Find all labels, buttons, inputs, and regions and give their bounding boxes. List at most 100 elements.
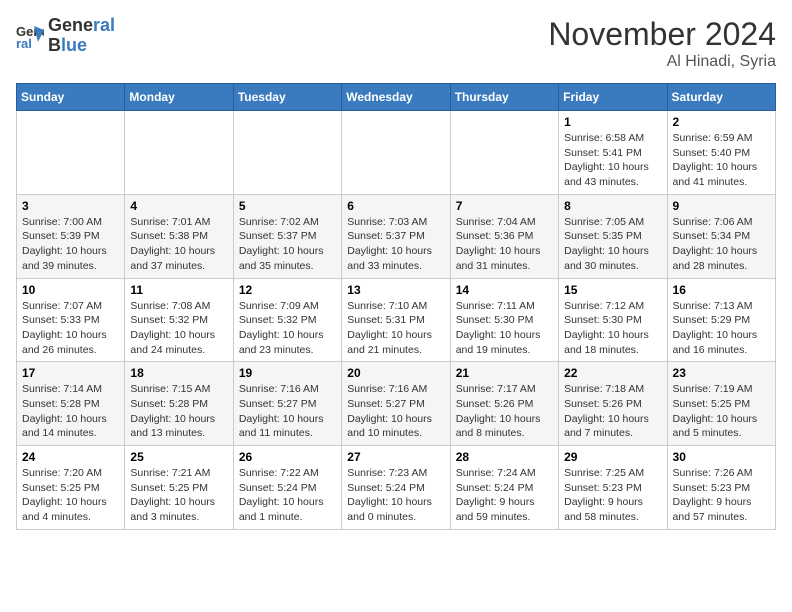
- day-info: Sunrise: 7:16 AM Sunset: 5:27 PM Dayligh…: [239, 382, 336, 441]
- day-info: Sunrise: 7:07 AM Sunset: 5:33 PM Dayligh…: [22, 299, 119, 358]
- calendar-cell: 12Sunrise: 7:09 AM Sunset: 5:32 PM Dayli…: [233, 278, 341, 362]
- calendar-cell: 17 Sunrise: 7:14 AM Sunset: 5:28 PM Dayli…: [17, 362, 125, 446]
- day-info: Sunrise: 7:20 AM Sunset: 5:25 PM Dayligh…: [22, 466, 119, 525]
- day-number: 21: [456, 366, 553, 380]
- day-info: Sunrise: 7:23 AM Sunset: 5:24 PM Dayligh…: [347, 466, 444, 525]
- day-info: Sunrise: 7:09 AM Sunset: 5:32 PM Dayligh…: [239, 299, 336, 358]
- day-number: 15: [564, 283, 661, 297]
- day-number: 11: [130, 283, 227, 297]
- day-number: 23: [673, 366, 770, 380]
- day-info: Sunrise: 7:03 AM Sunset: 5:37 PM Dayligh…: [347, 215, 444, 274]
- logo: Gene ral General Blue: [16, 16, 115, 56]
- page-header: Gene ral General Blue November 2024 Al H…: [16, 16, 776, 71]
- day-number: 18: [130, 366, 227, 380]
- calendar-cell: [125, 111, 233, 195]
- calendar-cell: 25 Sunrise: 7:21 AM Sunset: 5:25 PM Dayli…: [125, 446, 233, 530]
- calendar-cell: 24Sunrise: 7:20 AM Sunset: 5:25 PM Dayli…: [17, 446, 125, 530]
- day-number: 27: [347, 450, 444, 464]
- calendar-cell: [450, 111, 558, 195]
- day-number: 26: [239, 450, 336, 464]
- calendar-cell: 26 Sunrise: 7:22 AM Sunset: 5:24 PM Dayli…: [233, 446, 341, 530]
- calendar-cell: 18 Sunrise: 7:15 AM Sunset: 5:28 PM Dayli…: [125, 362, 233, 446]
- day-info: Sunrise: 7:16 AM Sunset: 5:27 PM Dayligh…: [347, 382, 444, 441]
- day-number: 28: [456, 450, 553, 464]
- day-number: 9: [673, 199, 770, 213]
- day-number: 19: [239, 366, 336, 380]
- day-info: Sunrise: 7:26 AM Sunset: 5:23 PM Dayligh…: [673, 466, 770, 525]
- calendar-cell: 8Sunrise: 7:05 AM Sunset: 5:35 PM Daylig…: [559, 194, 667, 278]
- weekday-header: Tuesday: [233, 84, 341, 111]
- calendar-cell: [342, 111, 450, 195]
- calendar-cell: [233, 111, 341, 195]
- weekday-header: Wednesday: [342, 84, 450, 111]
- calendar-cell: 2 Sunrise: 6:59 AM Sunset: 5:40 PM Daylig…: [667, 111, 775, 195]
- calendar-cell: 14Sunrise: 7:11 AM Sunset: 5:30 PM Dayli…: [450, 278, 558, 362]
- day-info: Sunrise: 7:06 AM Sunset: 5:34 PM Dayligh…: [673, 215, 770, 274]
- calendar-cell: 10 Sunrise: 7:07 AM Sunset: 5:33 PM Dayli…: [17, 278, 125, 362]
- day-info: Sunrise: 6:59 AM Sunset: 5:40 PM Dayligh…: [673, 131, 770, 190]
- calendar-cell: 30 Sunrise: 7:26 AM Sunset: 5:23 PM Dayli…: [667, 446, 775, 530]
- calendar-cell: 19 Sunrise: 7:16 AM Sunset: 5:27 PM Dayli…: [233, 362, 341, 446]
- day-number: 2: [673, 115, 770, 129]
- day-info: Sunrise: 7:18 AM Sunset: 5:26 PM Dayligh…: [564, 382, 661, 441]
- calendar-cell: 13Sunrise: 7:10 AM Sunset: 5:31 PM Dayli…: [342, 278, 450, 362]
- day-number: 8: [564, 199, 661, 213]
- calendar-cell: 16 Sunrise: 7:13 AM Sunset: 5:29 PM Dayli…: [667, 278, 775, 362]
- logo-text: General Blue: [48, 16, 115, 56]
- day-number: 29: [564, 450, 661, 464]
- day-info: Sunrise: 7:21 AM Sunset: 5:25 PM Dayligh…: [130, 466, 227, 525]
- day-number: 16: [673, 283, 770, 297]
- calendar-week-row: 17 Sunrise: 7:14 AM Sunset: 5:28 PM Dayli…: [17, 362, 776, 446]
- day-info: Sunrise: 7:01 AM Sunset: 5:38 PM Dayligh…: [130, 215, 227, 274]
- weekday-header: Monday: [125, 84, 233, 111]
- calendar-cell: 3 Sunrise: 7:00 AM Sunset: 5:39 PM Daylig…: [17, 194, 125, 278]
- day-info: Sunrise: 7:19 AM Sunset: 5:25 PM Dayligh…: [673, 382, 770, 441]
- day-info: Sunrise: 6:58 AM Sunset: 5:41 PM Dayligh…: [564, 131, 661, 190]
- day-number: 4: [130, 199, 227, 213]
- day-info: Sunrise: 7:24 AM Sunset: 5:24 PM Dayligh…: [456, 466, 553, 525]
- weekday-header: Friday: [559, 84, 667, 111]
- day-info: Sunrise: 7:13 AM Sunset: 5:29 PM Dayligh…: [673, 299, 770, 358]
- weekday-header-row: SundayMondayTuesdayWednesdayThursdayFrid…: [17, 84, 776, 111]
- calendar-cell: 11 Sunrise: 7:08 AM Sunset: 5:32 PM Dayli…: [125, 278, 233, 362]
- day-info: Sunrise: 7:25 AM Sunset: 5:23 PM Dayligh…: [564, 466, 661, 525]
- day-info: Sunrise: 7:12 AM Sunset: 5:30 PM Dayligh…: [564, 299, 661, 358]
- calendar-cell: 7Sunrise: 7:04 AM Sunset: 5:36 PM Daylig…: [450, 194, 558, 278]
- calendar-cell: 21 Sunrise: 7:17 AM Sunset: 5:26 PM Dayli…: [450, 362, 558, 446]
- calendar-cell: 28 Sunrise: 7:24 AM Sunset: 5:24 PM Dayli…: [450, 446, 558, 530]
- day-number: 14: [456, 283, 553, 297]
- calendar-week-row: 1 Sunrise: 6:58 AM Sunset: 5:41 PM Daylig…: [17, 111, 776, 195]
- calendar-cell: 6Sunrise: 7:03 AM Sunset: 5:37 PM Daylig…: [342, 194, 450, 278]
- calendar-cell: 1 Sunrise: 6:58 AM Sunset: 5:41 PM Daylig…: [559, 111, 667, 195]
- calendar-week-row: 24Sunrise: 7:20 AM Sunset: 5:25 PM Dayli…: [17, 446, 776, 530]
- calendar-cell: 23 Sunrise: 7:19 AM Sunset: 5:25 PM Dayli…: [667, 362, 775, 446]
- calendar-cell: 27 Sunrise: 7:23 AM Sunset: 5:24 PM Dayli…: [342, 446, 450, 530]
- day-info: Sunrise: 7:08 AM Sunset: 5:32 PM Dayligh…: [130, 299, 227, 358]
- day-info: Sunrise: 7:02 AM Sunset: 5:37 PM Dayligh…: [239, 215, 336, 274]
- day-number: 30: [673, 450, 770, 464]
- day-number: 3: [22, 199, 119, 213]
- day-number: 1: [564, 115, 661, 129]
- day-number: 5: [239, 199, 336, 213]
- calendar-cell: 5 Sunrise: 7:02 AM Sunset: 5:37 PM Daylig…: [233, 194, 341, 278]
- day-number: 17: [22, 366, 119, 380]
- day-info: Sunrise: 7:00 AM Sunset: 5:39 PM Dayligh…: [22, 215, 119, 274]
- day-info: Sunrise: 7:15 AM Sunset: 5:28 PM Dayligh…: [130, 382, 227, 441]
- day-info: Sunrise: 7:22 AM Sunset: 5:24 PM Dayligh…: [239, 466, 336, 525]
- title-block: November 2024 Al Hinadi, Syria: [548, 16, 776, 71]
- day-number: 10: [22, 283, 119, 297]
- logo-icon: Gene ral: [16, 22, 44, 50]
- calendar-cell: 20 Sunrise: 7:16 AM Sunset: 5:27 PM Dayli…: [342, 362, 450, 446]
- day-number: 22: [564, 366, 661, 380]
- day-info: Sunrise: 7:14 AM Sunset: 5:28 PM Dayligh…: [22, 382, 119, 441]
- location-title: Al Hinadi, Syria: [548, 53, 776, 71]
- day-number: 13: [347, 283, 444, 297]
- day-number: 20: [347, 366, 444, 380]
- calendar-cell: 29 Sunrise: 7:25 AM Sunset: 5:23 PM Dayli…: [559, 446, 667, 530]
- day-info: Sunrise: 7:17 AM Sunset: 5:26 PM Dayligh…: [456, 382, 553, 441]
- day-number: 25: [130, 450, 227, 464]
- calendar-cell: 15 Sunrise: 7:12 AM Sunset: 5:30 PM Dayli…: [559, 278, 667, 362]
- calendar-week-row: 10 Sunrise: 7:07 AM Sunset: 5:33 PM Dayli…: [17, 278, 776, 362]
- day-number: 7: [456, 199, 553, 213]
- weekday-header: Sunday: [17, 84, 125, 111]
